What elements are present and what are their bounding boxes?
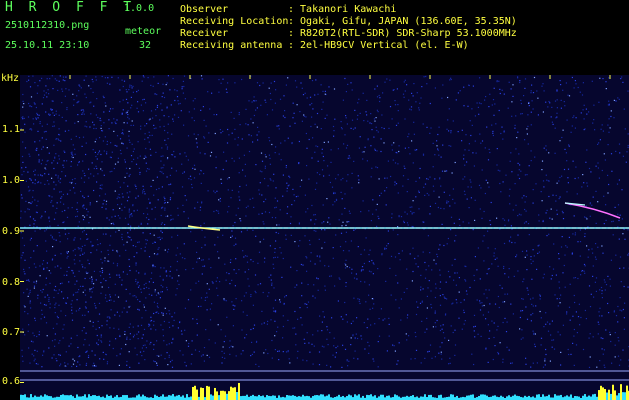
y-tick-0.8: 0.8: [2, 277, 21, 288]
y-tick-0.9: 0.9: [2, 226, 21, 237]
location-value: : Ogaki, Gifu, JAPAN (136.60E, 35.35N): [288, 16, 517, 27]
y-tick-0.6: 0.6: [2, 376, 21, 387]
filename: 2510112310.png: [5, 20, 90, 31]
observer-value: : Takanori Kawachi: [288, 4, 397, 15]
datetime: 25.10.11 23:10: [5, 40, 90, 51]
app-title: H R O F F T: [5, 0, 136, 15]
meteor-count: 32: [139, 40, 152, 51]
location-label: Receiving Location: [180, 16, 289, 27]
antenna-label: Receiving antenna: [180, 40, 283, 51]
antenna-value: : 2el-HB9CV Vertical (el. E-W): [288, 40, 469, 51]
hrofft-window: H R O F F T 1.0.0 2510112310.png 25.10.1…: [0, 0, 629, 400]
y-tick-0.7: 0.7: [2, 327, 21, 338]
meteor-trace: [564, 202, 621, 219]
spectrogram: [20, 75, 629, 400]
observer-label: Observer: [180, 4, 229, 15]
y-tick-1.1: 1.1: [2, 124, 21, 135]
receiver-label: Receiver: [180, 28, 229, 39]
noise-layer: [20, 75, 629, 368]
spectrogram-canvas: [20, 75, 629, 400]
meteor-label: meteor: [125, 26, 162, 37]
app-version: 1.0.0: [124, 3, 155, 14]
signal-meter: [20, 382, 629, 400]
y-tick-1.0: 1.0: [2, 175, 21, 186]
receiver-value: : R820T2(RTL-SDR) SDR-Sharp 53.1000MHz: [288, 28, 517, 39]
y-unit-label: kHz: [1, 73, 20, 84]
